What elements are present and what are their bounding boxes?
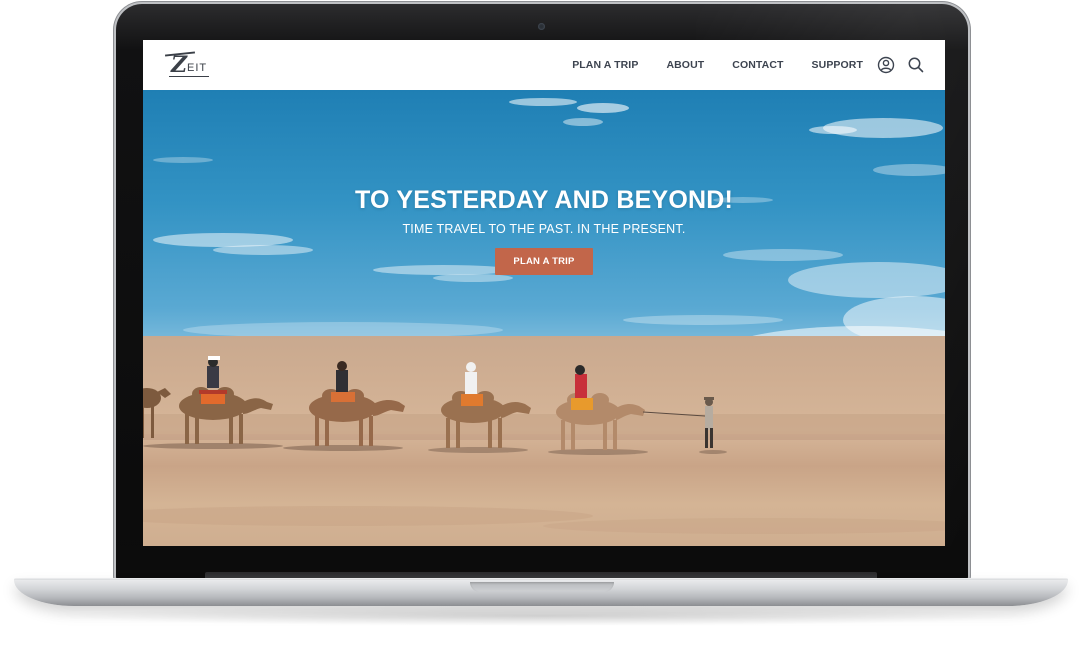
logo-mark: Z xyxy=(171,52,188,78)
plan-a-trip-button[interactable]: PLAN A TRIP xyxy=(495,248,593,275)
nav-link-contact[interactable]: CONTACT xyxy=(732,59,783,71)
nav-link-plan-a-trip[interactable]: PLAN A TRIP xyxy=(572,59,638,71)
nav-link-about[interactable]: ABOUT xyxy=(666,59,704,71)
site-logo[interactable]: Z EIT xyxy=(164,50,213,80)
hero-title: TO YESTERDAY AND BEYOND! xyxy=(354,186,734,214)
browser-viewport: Z EIT PLAN A TRIP ABOUT CONTACT SUPPORT xyxy=(143,40,945,546)
search-icon[interactable] xyxy=(907,56,925,74)
main-nav: PLAN A TRIP ABOUT CONTACT SUPPORT xyxy=(572,40,945,90)
camel-caravan xyxy=(143,356,945,534)
laptop-mockup-stage: Z EIT PLAN A TRIP ABOUT CONTACT SUPPORT xyxy=(0,0,1084,652)
webcam-icon xyxy=(538,23,545,30)
site-header: Z EIT PLAN A TRIP ABOUT CONTACT SUPPORT xyxy=(143,40,945,90)
laptop-opening-notch xyxy=(470,582,614,592)
hero-section: TO YESTERDAY AND BEYOND! TIME TRAVEL TO … xyxy=(143,90,945,546)
user-icon[interactable] xyxy=(877,56,895,74)
logo-underline xyxy=(169,76,209,77)
nav-link-support[interactable]: SUPPORT xyxy=(812,59,863,71)
hero-subtitle: TIME TRAVEL TO THE PAST. IN THE PRESENT. xyxy=(402,222,686,236)
logo-text: EIT xyxy=(187,62,208,74)
laptop-shadow xyxy=(40,606,1044,626)
